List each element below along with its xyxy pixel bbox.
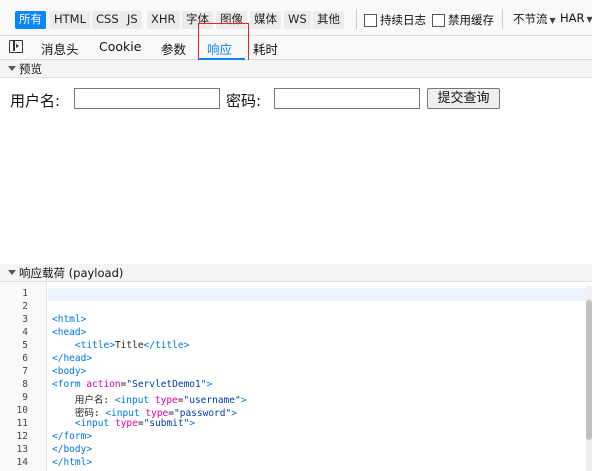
line-number: 9 (22, 392, 28, 403)
request-details-tabbar: 消息头 Cookie 参数 响应 耗时 (0, 36, 592, 60)
payload-section-title: 响应载荷 (payload) (19, 265, 124, 280)
filter-media-button[interactable]: 媒体 (250, 11, 281, 29)
code-token: <html> (52, 314, 87, 325)
line-number: 3 (22, 314, 28, 325)
filter-all-button[interactable]: 所有 (15, 11, 46, 29)
chevron-down-icon: ▼ (586, 15, 592, 24)
throttling-value: 不节流 (513, 12, 548, 26)
code-token: > (240, 395, 247, 406)
line-number: 1 (22, 288, 28, 299)
code-token: </html> (52, 457, 93, 468)
code-line: 用户名: <input type="username"> (52, 392, 247, 406)
filter-js-button[interactable]: JS (123, 11, 142, 29)
code-line: <form action="ServletDemo1"> (52, 379, 212, 390)
code-line: </html> (52, 457, 92, 468)
username-field[interactable] (74, 88, 220, 109)
toggle-sidebar-icon[interactable] (9, 40, 23, 53)
response-preview: 用户名: 密码: 提交查询 (0, 78, 592, 264)
chevron-down-icon: ▼ (549, 16, 556, 25)
code-token: </head> (52, 353, 93, 364)
response-payload-code-viewer[interactable]: 1 2 3 <html> 4 <head> 5 <title>Title</title> 6 <… (0, 282, 592, 471)
line-number: 7 (22, 366, 28, 377)
code-line: </form> (52, 431, 92, 442)
code-token: > (189, 418, 196, 429)
tab-params[interactable]: 参数 (161, 39, 186, 58)
line-number: 2 (22, 301, 28, 312)
har-label: HAR (560, 11, 585, 25)
tab-timings[interactable]: 耗时 (253, 39, 278, 58)
code-token: > (206, 379, 213, 390)
persist-logs-label: 持续日志 (380, 13, 426, 27)
toolbar-divider (502, 9, 503, 29)
preview-section-header[interactable]: 预览 (0, 60, 592, 78)
code-token: action (86, 379, 121, 390)
preview-section-title: 预览 (19, 61, 42, 76)
line-number: 6 (22, 353, 28, 364)
line-number: 4 (22, 327, 28, 338)
code-token: <body> (52, 366, 87, 377)
code-token: "submit" (143, 418, 190, 429)
scrollbar-thumb[interactable] (586, 300, 592, 440)
collapse-triangle-icon (8, 66, 16, 71)
username-label: 用户名: (10, 92, 61, 110)
network-filter-toolbar: 所有 HTML CSS JS XHR 字体 图像 媒体 WS 其他 持续日志 禁… (0, 0, 592, 36)
code-line: <input type="submit"> (52, 418, 195, 429)
line-number: 13 (16, 444, 28, 455)
code-token: type (114, 418, 138, 429)
code-line: </body> (52, 444, 92, 455)
code-token: <form (52, 379, 87, 390)
code-token: </title> (143, 340, 190, 351)
code-token: </body> (52, 444, 93, 455)
line-number: 10 (16, 405, 28, 416)
password-field[interactable] (274, 88, 420, 109)
filter-other-button[interactable]: 其他 (313, 11, 344, 29)
collapse-triangle-icon (8, 270, 16, 275)
code-line: <head> (52, 327, 86, 338)
code-line: </head> (52, 353, 92, 364)
code-token: <input (74, 418, 115, 429)
tab-headers[interactable]: 消息头 (41, 39, 79, 58)
filter-css-button[interactable]: CSS (92, 11, 123, 29)
code-line: <title>Title</title> (52, 340, 189, 351)
payload-section-header[interactable]: 响应载荷 (payload) (0, 264, 592, 282)
annotation-highlight-box (198, 23, 249, 63)
throttling-dropdown[interactable]: 不节流 ▼ (513, 11, 556, 27)
line-number: 5 (22, 340, 28, 351)
line-number: 11 (16, 418, 28, 429)
har-dropdown[interactable]: HAR ▼ (560, 11, 592, 25)
filter-html-button[interactable]: HTML (50, 11, 91, 29)
toolbar-divider (356, 9, 357, 29)
line-number: 12 (16, 431, 28, 442)
line-number: 14 (16, 457, 28, 468)
current-line-highlight (48, 288, 586, 301)
code-token: <title> (74, 340, 115, 351)
code-token: "ServletDemo1" (126, 379, 207, 390)
filter-ws-button[interactable]: WS (284, 11, 311, 29)
code-token: </form> (52, 431, 93, 442)
disable-cache-checkbox[interactable]: 禁用缓存 (432, 12, 494, 28)
code-token: <head> (52, 327, 87, 338)
checkbox-box[interactable] (364, 13, 377, 27)
disable-cache-label: 禁用缓存 (448, 13, 494, 27)
password-label: 密码: (226, 92, 262, 110)
checkbox-box[interactable] (432, 13, 445, 27)
filter-xhr-button[interactable]: XHR (147, 11, 180, 29)
persist-logs-checkbox[interactable]: 持续日志 (364, 12, 426, 28)
code-line: <html> (52, 314, 86, 325)
code-token: Title (114, 340, 144, 351)
code-line: 密码: <input type="password"> (52, 405, 237, 419)
vertical-scrollbar[interactable] (586, 286, 592, 471)
submit-query-button[interactable]: 提交查询 (427, 88, 500, 109)
code-line: <body> (52, 366, 86, 377)
tab-cookies[interactable]: Cookie (99, 39, 141, 54)
code-token: > (231, 408, 237, 419)
line-number: 8 (22, 379, 28, 390)
